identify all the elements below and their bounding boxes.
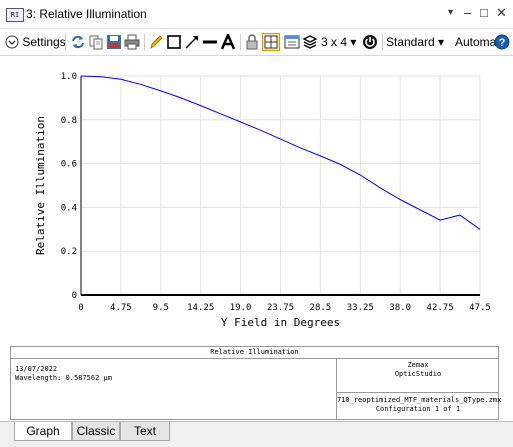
settings-label: Settings [22,35,66,49]
brand-name: Zemax [407,361,429,369]
x-tick-label: 33.25 [347,303,374,313]
toolbar-divider [144,34,145,50]
chevron-down-circle-icon [5,35,19,49]
window-menu-icon[interactable]: ▾ [448,7,453,18]
x-tick-label: 9.5 [153,303,169,313]
text-annotation-icon[interactable] [220,34,236,50]
y-tick-label: 0.8 [61,116,77,126]
stack-layers-icon[interactable] [302,34,318,50]
maximize-icon[interactable]: □ [480,5,488,20]
y-tick-label: 0.2 [61,247,77,257]
copy-icon[interactable] [88,34,104,50]
lock-icon[interactable] [244,34,260,50]
power-icon[interactable] [362,34,378,50]
chart-area: 0 4.75 9.5 14.25 19.0 23.75 28.5 33.25 38.0 42.75… [0,56,513,344]
relative-illumination-chart: 0 4.75 9.5 14.25 19.0 23.75 28.5 33.25 38.0 42.75… [34,72,491,329]
x-tick-label: 38.0 [389,303,411,313]
x-tick-label: 47.5 [469,303,491,313]
grid-size-dropdown[interactable]: 3 x 4 ▾ [321,33,356,51]
x-tick-label: 42.75 [427,303,454,313]
x-tick-label: 23.75 [267,303,294,313]
rectangle-icon[interactable] [166,34,182,50]
print-icon[interactable] [124,34,140,50]
y-tick-label: 0 [72,291,77,301]
help-icon[interactable]: ? [494,34,510,50]
info-date: 13/07/2022 [15,365,58,373]
window-title: 3: Relative Illumination [26,7,147,21]
y-tick-label: 1.0 [61,72,77,82]
layout-grid-icon[interactable] [262,33,280,51]
x-tick-label: 19.0 [230,303,252,313]
y-axis-label: Relative Illumination [34,116,47,255]
brand-product: OpticStudio [394,370,442,378]
view-tabs: Graph Classic Text [0,421,513,447]
tab-text[interactable]: Text [120,422,170,441]
x-tick-label: 28.5 [310,303,332,313]
tab-classic[interactable]: Classic [72,422,120,441]
configuration-label: Configuration 1 of 1 [375,405,461,413]
refresh-icon[interactable] [70,34,86,50]
svg-text:?: ? [499,37,506,49]
close-icon[interactable]: ✕ [496,5,507,21]
window-layout-icon[interactable] [284,34,300,50]
pencil-icon[interactable] [148,34,164,50]
y-tick-label: 0.6 [61,160,77,170]
line-icon[interactable] [202,34,218,50]
settings-button[interactable]: Settings [5,33,66,51]
info-wavelength: Wavelength: 0.587562 µm [15,374,112,382]
info-details: 13/07/2022 Wavelength: 0.587562 µm [15,365,112,383]
toolbar-divider [240,34,241,50]
toolbar: Settings 3 x 4 ▾ Standard ▾ Automatic ▾ [0,29,513,67]
toolbar-divider [65,34,66,50]
info-panel: Relative Illumination 13/07/2022 Wavelen… [10,346,502,420]
brand: Zemax OpticStudio [337,361,499,379]
standard-dropdown[interactable]: Standard ▾ [386,33,444,51]
x-tick-label: 4.75 [110,303,132,313]
y-tick-label: 0.4 [61,203,77,213]
x-axis-label: Y Field in Degrees [221,316,340,329]
tab-graph[interactable]: Graph [14,422,72,441]
x-tick-label: 0 [78,303,83,313]
arrow-icon[interactable] [184,34,200,50]
file-info: 710_reoptimized_MTF_materials_QType.zmx … [337,392,502,419]
save-icon[interactable] [106,34,122,50]
toolbar-divider [382,34,383,50]
info-brand-block: Zemax OpticStudio 710_reoptimized_MTF_ma… [336,358,502,419]
relative-illumination-app-icon: RI [6,8,24,22]
minimize-icon[interactable]: – [464,5,471,20]
title-bar: RI 3: Relative Illumination ▾ – □ ✕ [0,0,513,29]
x-tick-label: 14.25 [187,303,214,313]
file-name: 710_reoptimized_MTF_materials_QType.zmx [337,396,502,404]
